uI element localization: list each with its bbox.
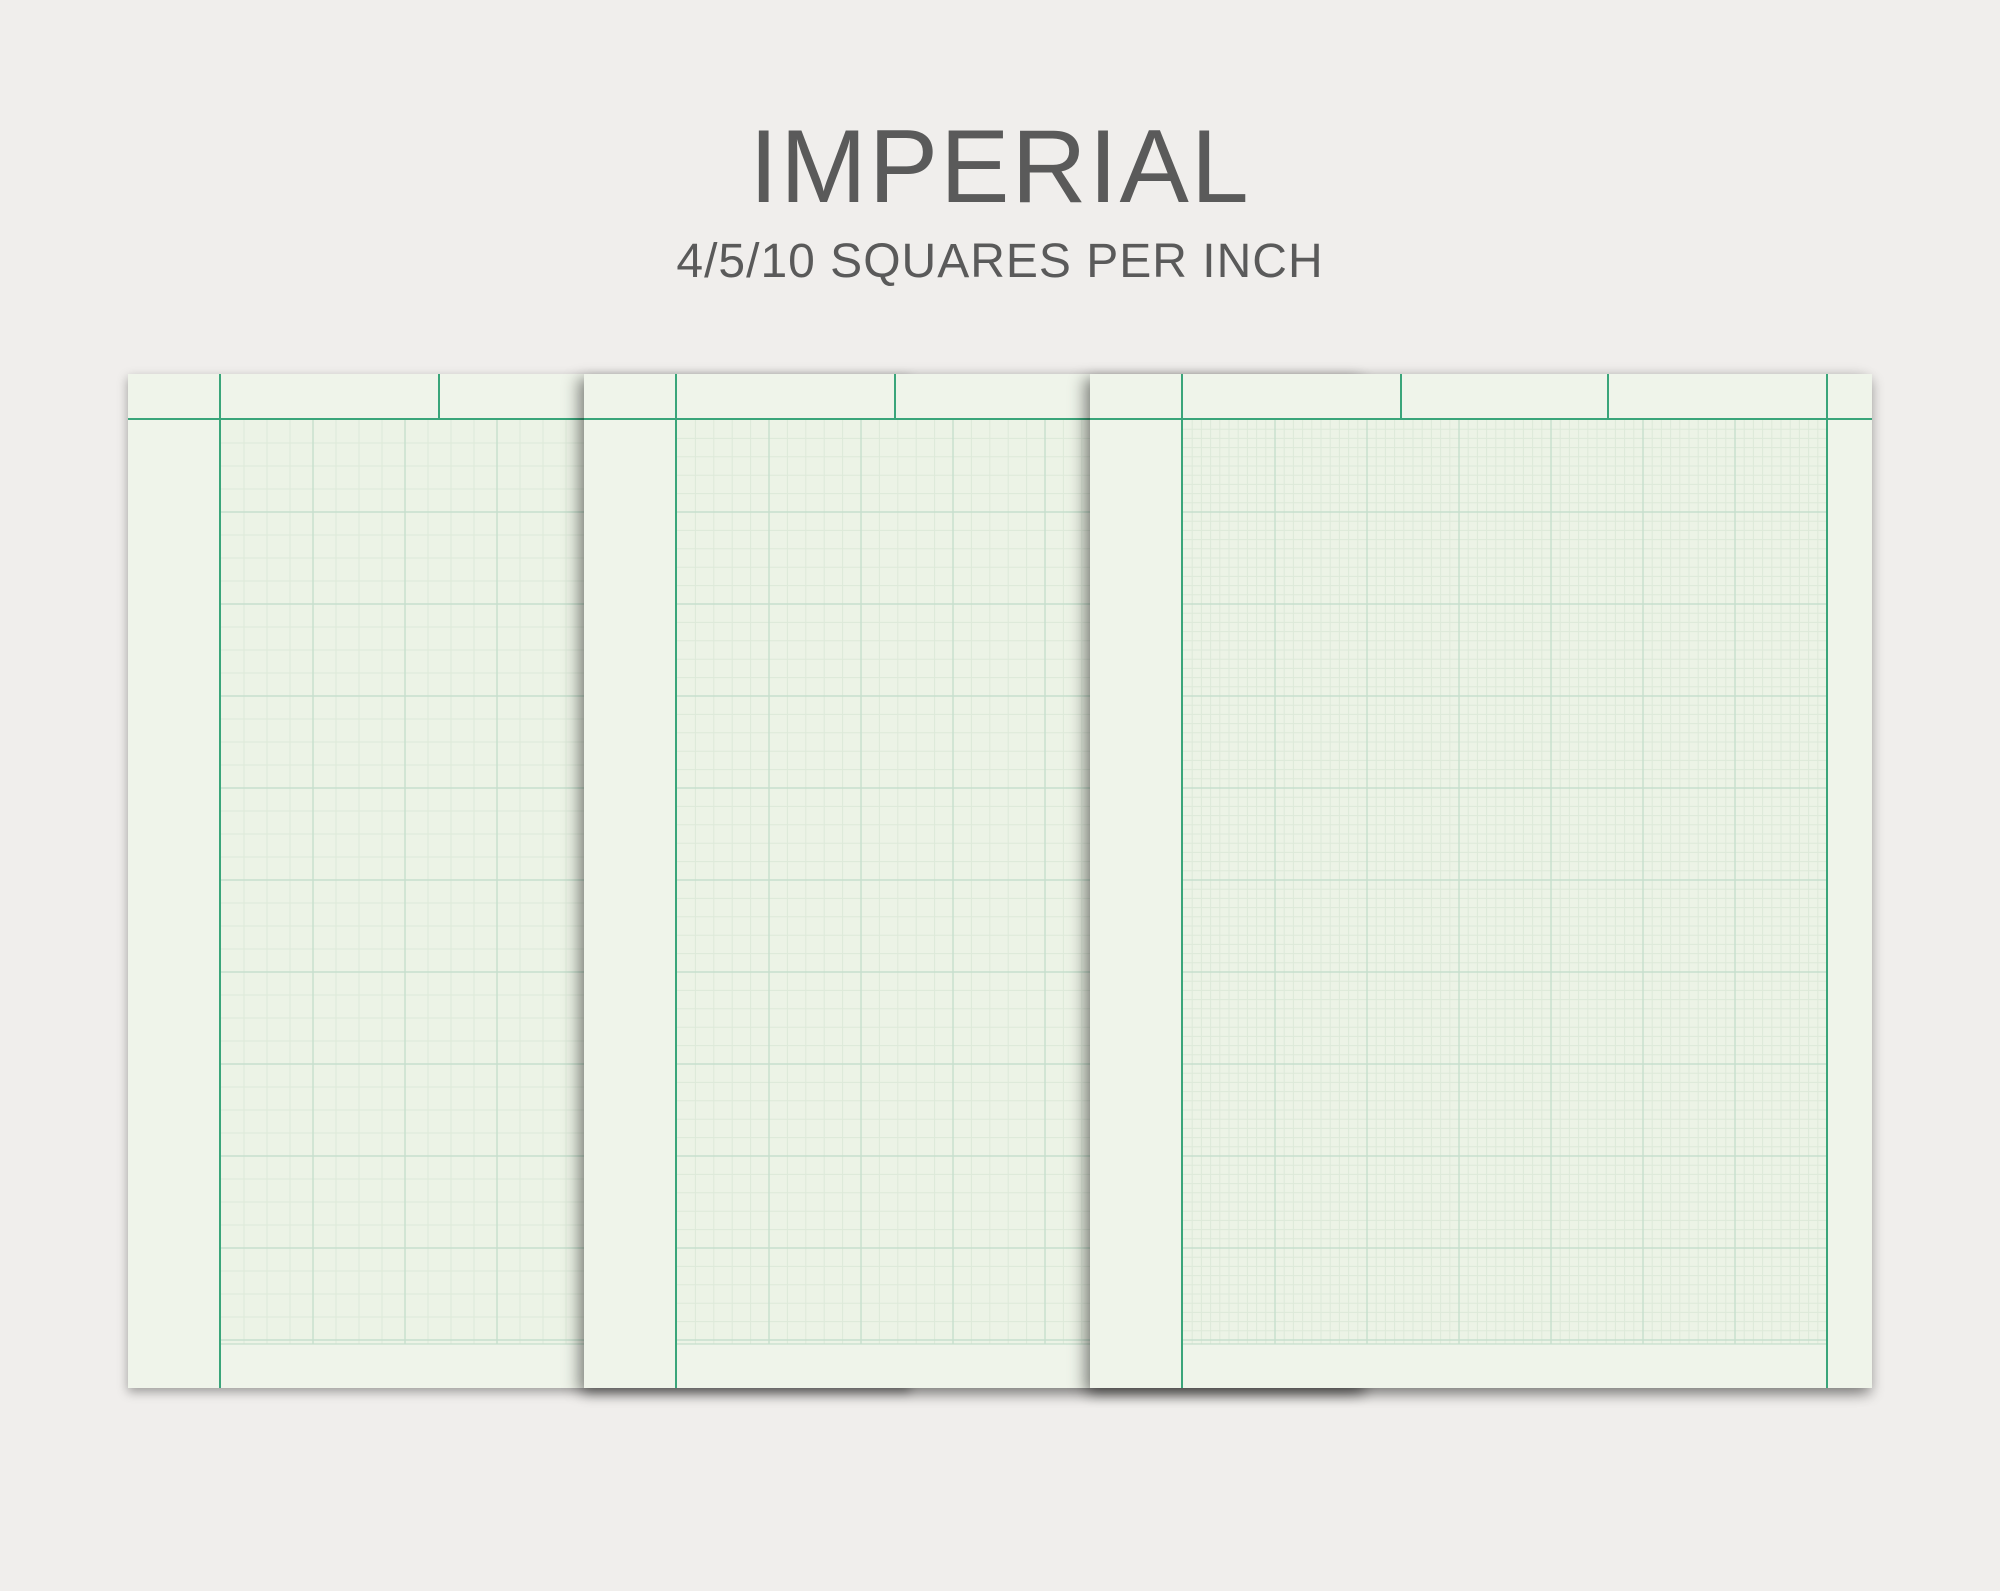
graph-paper-sheet-10-per-inch [1090,374,1872,1388]
page-title: IMPERIAL [749,109,1251,225]
graph-paper-grid-10 [1090,374,1872,1388]
page-subtitle: 4/5/10 SQUARES PER INCH [676,235,1324,288]
